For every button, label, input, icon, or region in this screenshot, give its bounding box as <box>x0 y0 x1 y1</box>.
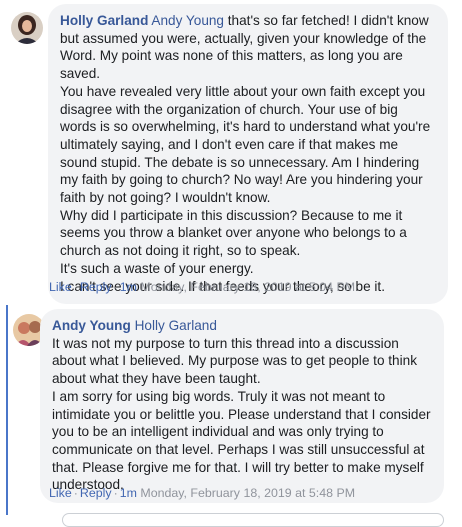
comment-actions: Like · Reply · 1m Monday, February 18, 2019 … <box>49 486 355 500</box>
avatar[interactable] <box>11 12 43 44</box>
like-link[interactable]: Like <box>49 280 72 294</box>
comment-author-link[interactable]: Holly Garland <box>60 13 148 28</box>
profile-photo-icon <box>11 12 43 44</box>
comment-paragraph: Why did I participate in this discussion… <box>60 207 407 259</box>
comment-paragraph: It's such a waste of your energy. <box>60 260 254 276</box>
comment-timestamp: Monday, February 18, 2019 at 5:48 PM <box>140 486 356 500</box>
separator: · <box>73 280 78 294</box>
reply-thread-line <box>6 305 8 515</box>
reply-link[interactable]: Reply <box>80 280 112 294</box>
comment-age-link[interactable]: 1m <box>120 486 137 500</box>
comment-actions: Like · Reply · 1m Monday, February 18, 2019 … <box>49 280 355 294</box>
comment-age-link[interactable]: 1m <box>120 280 137 294</box>
separator: · <box>113 486 118 500</box>
reply-input-box[interactable] <box>62 513 444 527</box>
tagged-user-link[interactable]: Andy Young <box>151 13 224 28</box>
comment-timestamp: Monday, February 18, 2019 at 5:04 PM <box>140 280 356 294</box>
comment-bubble: Holly Garland Andy Young that's so far f… <box>48 4 448 305</box>
comment-bubble: Andy Young Holly Garland It was not my p… <box>40 309 444 504</box>
comment-paragraph: It was not my purpose to turn this threa… <box>52 335 417 387</box>
separator: · <box>73 486 78 500</box>
reply-link[interactable]: Reply <box>80 486 112 500</box>
separator: · <box>113 280 118 294</box>
comment-paragraph: You have revealed very little about your… <box>60 83 431 206</box>
like-link[interactable]: Like <box>49 486 72 500</box>
tagged-user-link[interactable]: Holly Garland <box>135 318 217 333</box>
comment-author-link[interactable]: Andy Young <box>52 318 131 333</box>
comment-paragraph: I am sorry for using big words. Truly it… <box>52 388 431 493</box>
